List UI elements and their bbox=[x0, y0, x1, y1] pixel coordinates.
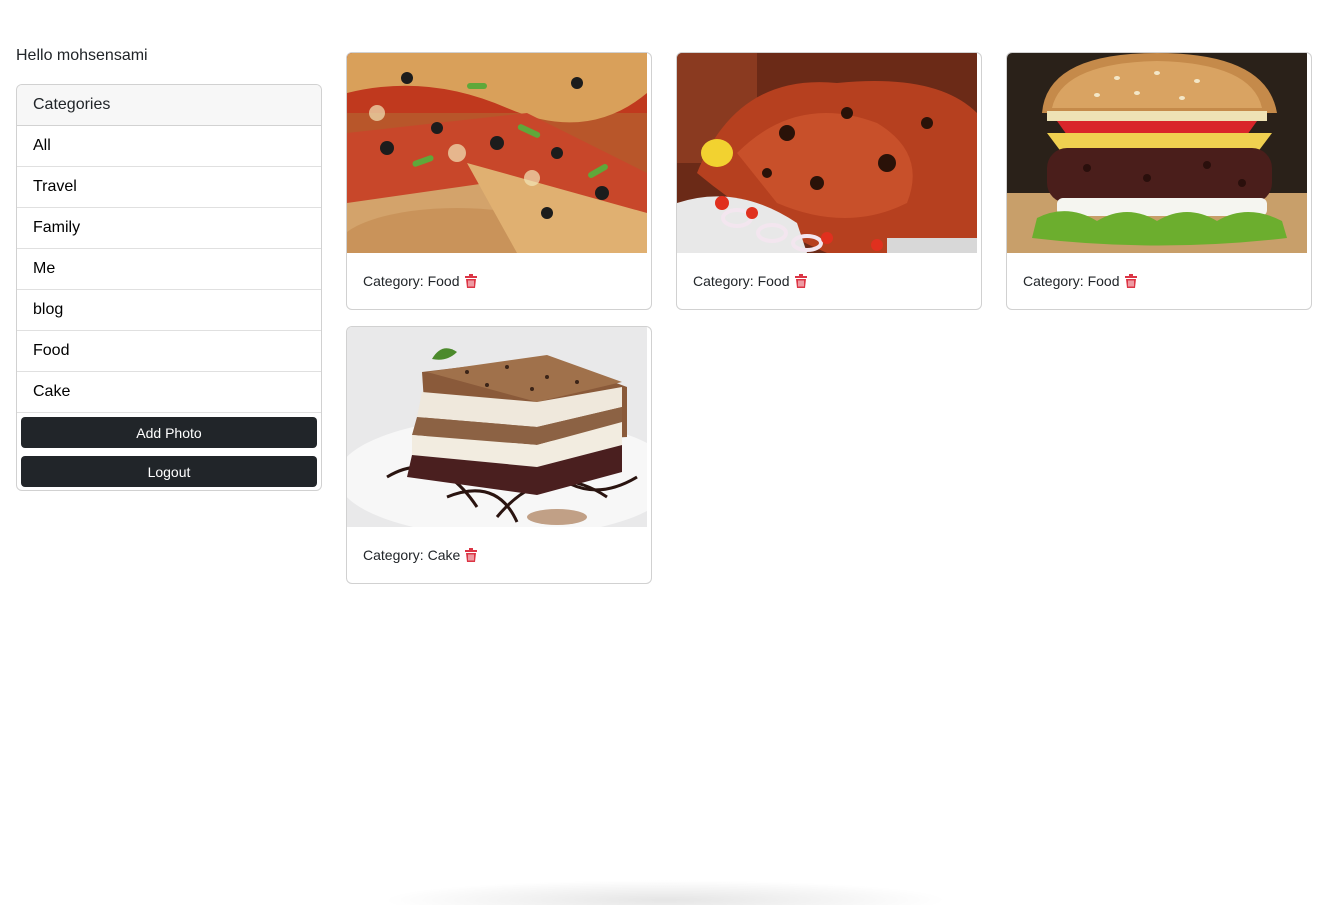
category-item-me[interactable]: Me bbox=[17, 249, 321, 290]
photo-category-label: Category: Food bbox=[363, 273, 460, 289]
photo-category-label: Category: Food bbox=[693, 273, 790, 289]
category-item-all[interactable]: All bbox=[17, 126, 321, 167]
pizza-photo[interactable] bbox=[347, 53, 647, 253]
greeting-text: Hello mohsensami bbox=[16, 47, 148, 64]
logout-button[interactable]: Logout bbox=[21, 456, 317, 487]
add-photo-button[interactable]: Add Photo bbox=[21, 417, 317, 448]
trash-icon[interactable] bbox=[794, 274, 807, 288]
photo-card: Category: Food bbox=[1006, 52, 1312, 310]
sidebar: Hello mohsensami Categories All Travel F… bbox=[16, 44, 322, 491]
photo-card: Category: Cake bbox=[346, 326, 652, 584]
category-item-travel[interactable]: Travel bbox=[17, 167, 321, 208]
category-item-blog[interactable]: blog bbox=[17, 290, 321, 331]
photo-card-footer: Category: Food bbox=[1007, 253, 1311, 309]
categories-panel: Categories All Travel Family Me blog Foo… bbox=[16, 84, 322, 491]
sidebar-actions: Add Photo Logout bbox=[17, 413, 321, 490]
cake-slice-photo[interactable] bbox=[347, 327, 647, 527]
category-item-family[interactable]: Family bbox=[17, 208, 321, 249]
trash-icon[interactable] bbox=[1124, 274, 1137, 288]
photo-card-footer: Category: Cake bbox=[347, 527, 651, 583]
grilled-chicken-photo[interactable] bbox=[677, 53, 977, 253]
categories-header: Categories bbox=[17, 85, 321, 126]
photo-category-label: Category: Food bbox=[1023, 273, 1120, 289]
photo-card: Category: Food bbox=[346, 52, 652, 310]
photo-card: Category: Food bbox=[676, 52, 982, 310]
bottom-shadow bbox=[380, 880, 950, 905]
page: Hello mohsensami Categories All Travel F… bbox=[0, 0, 1327, 905]
trash-icon[interactable] bbox=[464, 274, 477, 288]
burger-photo[interactable] bbox=[1007, 53, 1307, 253]
category-item-cake[interactable]: Cake bbox=[17, 372, 321, 413]
category-item-food[interactable]: Food bbox=[17, 331, 321, 372]
photo-card-footer: Category: Food bbox=[677, 253, 981, 309]
photo-card-footer: Category: Food bbox=[347, 253, 651, 309]
photo-category-label: Category: Cake bbox=[363, 547, 461, 563]
trash-icon[interactable] bbox=[465, 548, 478, 562]
